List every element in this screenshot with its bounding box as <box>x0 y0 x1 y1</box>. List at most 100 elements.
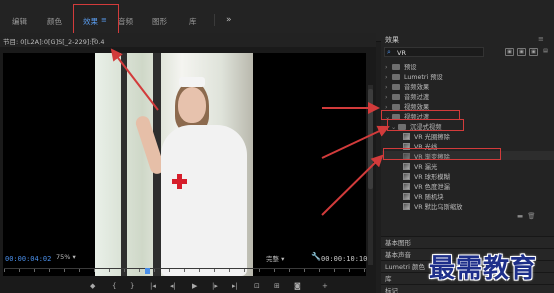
export-frame-icon[interactable]: ◙ <box>294 282 301 290</box>
workspace-tab-graphics[interactable]: 图形 <box>152 16 167 27</box>
zoom-value: 75% <box>56 253 71 261</box>
transition-icon <box>403 173 410 180</box>
step-back-icon[interactable]: |◂ <box>150 282 156 290</box>
tree-item-audio-effects[interactable]: › 音频效果 <box>385 82 429 91</box>
tree-item-label: VR 色度泄漏 <box>414 184 450 191</box>
ruler-tick <box>139 269 140 272</box>
tree-item-vr-random-blocks[interactable]: VR 随机块 <box>403 192 444 201</box>
transition-icon <box>403 203 410 210</box>
current-timecode[interactable]: 00:00:04:02 <box>5 255 51 263</box>
tree-item-vr-mobius-zoom[interactable]: VR 默比乌斯缩放 <box>403 202 462 211</box>
ruler-tick <box>124 269 125 272</box>
tree-item-vr-iris-wipe[interactable]: VR 光圈擦除 <box>403 132 450 141</box>
panel-essential-graphics[interactable]: 基本图形 <box>381 236 554 248</box>
figure-body <box>161 125 247 276</box>
program-menu-icon[interactable]: ≡ <box>91 36 96 44</box>
annotation-box-gradient-wipe <box>383 148 501 160</box>
delete-icon[interactable]: 🗑 <box>527 212 535 220</box>
mark-out-icon[interactable]: { <box>112 282 116 290</box>
new-folder-icon[interactable]: ▬ <box>517 212 523 220</box>
tree-item-label: VR 随机块 <box>414 194 444 201</box>
program-title: 节目: 0[L2A]:0[G]S[_2-229]:[0.4 <box>3 38 105 46</box>
quality-select[interactable]: 完整 ▾ <box>266 253 306 263</box>
tree-item-audio-transitions[interactable]: › 音频过渡 <box>385 92 429 101</box>
workspace-tab-edit[interactable]: 编辑 <box>12 16 27 27</box>
scrollbar-thumb[interactable] <box>368 89 373 189</box>
tree-item-presets[interactable]: › 预设 <box>385 62 417 71</box>
workspace-divider <box>214 14 215 26</box>
tree-item-vr-spherical-blur[interactable]: VR 球形模糊 <box>403 172 450 181</box>
panel-footer-icons: ▬ 🗑 <box>517 212 536 220</box>
ruler-tick <box>184 269 185 272</box>
ruler-tick <box>259 269 260 272</box>
ruler-tick <box>79 269 80 272</box>
playhead[interactable] <box>145 268 151 274</box>
program-header: 节目: 0[L2A]:0[G]S[_2-229]:[0.4 ≡ <box>0 33 376 47</box>
ruler-tick <box>364 269 365 272</box>
ruler-tick <box>94 269 95 272</box>
ruler-tick <box>229 269 230 272</box>
transition-icon <box>403 163 410 170</box>
ruler-tick <box>199 269 200 272</box>
panel-markers[interactable]: 标记 <box>381 284 554 293</box>
ruler-tick <box>319 269 320 272</box>
video-preview[interactable] <box>3 53 366 276</box>
overwrite-icon[interactable]: ⊞ <box>274 282 280 290</box>
workspace-tab-audio[interactable]: 音频 <box>118 16 133 27</box>
tree-item-vr-chroma-leaks[interactable]: VR 色度泄漏 <box>403 182 450 191</box>
step-forward-icon[interactable]: |▸ <box>212 282 218 290</box>
ruler-tick <box>34 269 35 272</box>
workspace-tab-libraries[interactable]: 库 <box>189 16 197 27</box>
effects-panel-title: 效果 <box>385 36 399 44</box>
zoom-select[interactable]: 75% ▾ <box>56 253 98 263</box>
32bit-effects-icon[interactable]: ▣ <box>517 48 526 56</box>
quality-value: 完整 <box>266 255 279 263</box>
yuv-effects-icon[interactable]: ▣ <box>529 48 538 56</box>
ruler-tick <box>214 269 215 272</box>
effects-menu-icon[interactable]: ≡ <box>538 35 544 43</box>
ruler-tick <box>304 269 305 272</box>
mark-in-icon[interactable]: ◆ <box>90 282 95 290</box>
new-bin-icon[interactable]: ▤ <box>541 48 550 56</box>
tree-item-label: VR 光圈擦除 <box>414 134 450 141</box>
transition-icon <box>403 183 410 190</box>
transition-icon <box>403 193 410 200</box>
ruler-tick <box>289 269 290 272</box>
more-workspaces-icon[interactable]: » <box>226 15 232 25</box>
ruler-tick <box>349 269 350 272</box>
tree-item-label: 预设 <box>404 64 417 71</box>
ruler-tick <box>49 269 50 272</box>
play-icon[interactable]: ▶ <box>192 282 197 290</box>
go-to-in-icon[interactable]: } <box>130 282 134 290</box>
ruler-tick <box>274 269 275 272</box>
figure-head <box>178 87 206 123</box>
accelerated-effects-icon[interactable]: ▣ <box>505 48 514 56</box>
effects-search-input[interactable]: ⌕ VR <box>384 47 484 57</box>
ruler-tick <box>64 269 65 272</box>
insert-icon[interactable]: ⊡ <box>254 282 260 290</box>
ruler-tick <box>109 269 110 272</box>
workspace-tab-color[interactable]: 颜色 <box>47 16 62 27</box>
figure-cap <box>179 77 205 87</box>
tree-item-label: VR 默比乌斯缩放 <box>414 204 463 211</box>
window-frame <box>121 53 127 276</box>
time-ruler[interactable] <box>4 268 366 274</box>
tree-item-vr-light-leaks[interactable]: VR 漏光 <box>403 162 437 171</box>
watermark-logo: 最需教育 <box>429 254 538 284</box>
tree-item-label: 音频效果 <box>404 84 430 91</box>
red-cross <box>172 179 187 184</box>
ruler-tick <box>4 269 5 272</box>
tree-item-label: VR 球形模糊 <box>414 174 450 181</box>
ruler-tick <box>154 269 155 272</box>
tree-item-lumetri-presets[interactable]: › Lumetri 预设 <box>385 72 443 81</box>
tree-item-label: 音频过渡 <box>404 94 430 101</box>
wrench-icon[interactable]: 🔧 <box>311 252 321 261</box>
ruler-tick <box>169 269 170 272</box>
ruler-tick <box>334 269 335 272</box>
ruler-tick <box>19 269 20 272</box>
go-to-out-icon[interactable]: ▸| <box>232 282 238 290</box>
search-value: VR <box>397 49 406 57</box>
ruler-tick <box>244 269 245 272</box>
add-button-icon[interactable]: + <box>322 282 328 290</box>
step-back-frame-icon[interactable]: ◂| <box>170 282 176 290</box>
